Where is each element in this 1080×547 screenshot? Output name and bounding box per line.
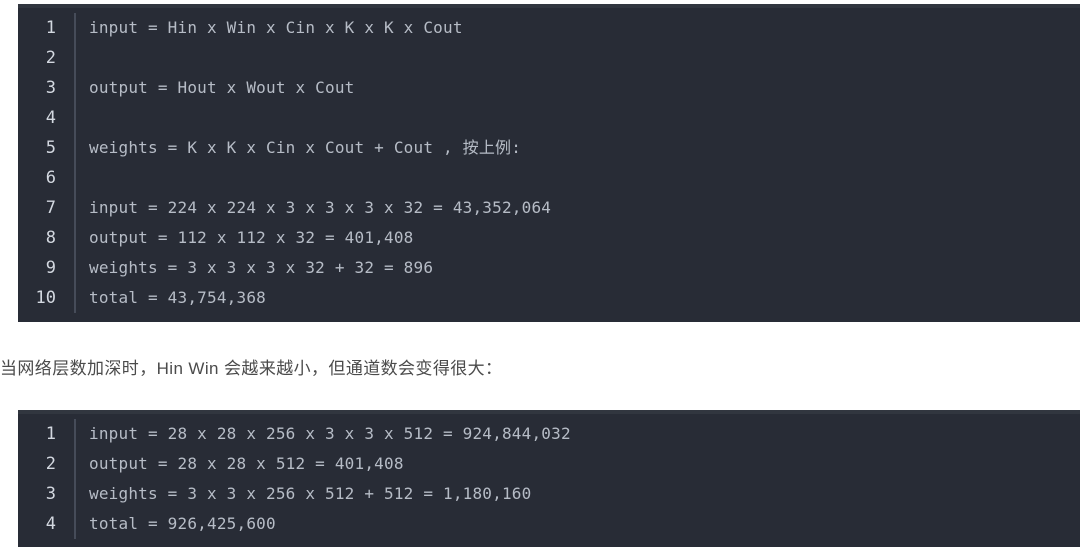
line-number: 2 (45, 48, 56, 68)
body-paragraph: 当网络层数加深时，Hin Win 会越来越小，但通道数会变得很大： (0, 359, 503, 378)
line-number: 10 (35, 288, 56, 308)
line-number: 4 (45, 514, 56, 534)
code-line: total = 43,754,368 (89, 288, 266, 307)
code-block-first: 1 2 3 4 5 6 7 8 9 10 input = Hin x Win x… (18, 4, 1080, 322)
code-line: output = 112 x 112 x 32 = 401,408 (89, 228, 414, 247)
code-content[interactable]: input = Hin x Win x Cin x K x K x Cout o… (76, 13, 1080, 313)
line-number: 9 (45, 258, 56, 278)
line-number: 5 (45, 138, 56, 158)
page-root: 1 2 3 4 5 6 7 8 9 10 input = Hin x Win x… (0, 0, 1080, 547)
code-line: total = 926,425,600 (89, 514, 276, 533)
line-number-gutter: 1 2 3 4 (18, 419, 76, 539)
code-line: weights = K x K x Cin x Cout + Cout , 按上… (89, 138, 522, 157)
line-number: 1 (45, 18, 56, 38)
code-line: output = Hout x Wout x Cout (89, 78, 355, 97)
line-number: 4 (45, 108, 56, 128)
code-line: weights = 3 x 3 x 3 x 32 + 32 = 896 (89, 258, 434, 277)
code-block-second-inner: 1 2 3 4 input = 28 x 28 x 256 x 3 x 3 x … (18, 410, 1080, 539)
code-line: output = 28 x 28 x 512 = 401,408 (89, 454, 404, 473)
code-line: input = Hin x Win x Cin x K x K x Cout (89, 18, 463, 37)
line-number: 2 (45, 454, 56, 474)
code-line: weights = 3 x 3 x 256 x 512 + 512 = 1,18… (89, 484, 532, 503)
code-line: input = 224 x 224 x 3 x 3 x 3 x 32 = 43,… (89, 198, 552, 217)
line-number-gutter: 1 2 3 4 5 6 7 8 9 10 (18, 13, 76, 313)
line-number: 1 (45, 424, 56, 444)
code-content[interactable]: input = 28 x 28 x 256 x 3 x 3 x 512 = 92… (76, 419, 1080, 539)
line-number: 7 (45, 198, 56, 218)
code-line: input = 28 x 28 x 256 x 3 x 3 x 512 = 92… (89, 424, 571, 443)
code-block-second: 1 2 3 4 input = 28 x 28 x 256 x 3 x 3 x … (18, 410, 1080, 547)
line-number: 6 (45, 168, 56, 188)
code-block-first-inner: 1 2 3 4 5 6 7 8 9 10 input = Hin x Win x… (18, 4, 1080, 313)
line-number: 3 (45, 484, 56, 504)
line-number: 8 (45, 228, 56, 248)
line-number: 3 (45, 78, 56, 98)
